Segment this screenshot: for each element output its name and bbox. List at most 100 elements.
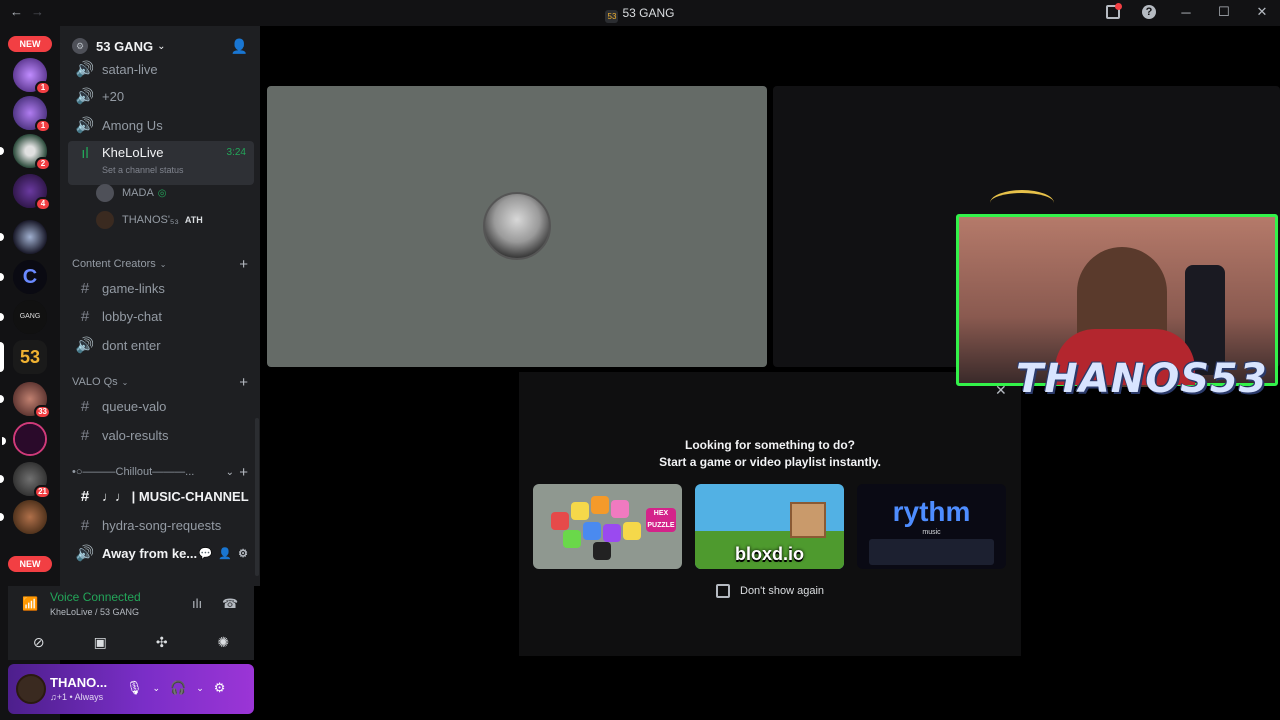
channel-satan-live[interactable]: 🔊 satan-live — [68, 56, 254, 82]
activity-card-hex-puzzle[interactable]: HEX PUZZLE — [533, 484, 682, 569]
activity-title: rythm — [892, 496, 971, 527]
disconnect-icon[interactable]: ☎ — [222, 596, 238, 612]
server-icon[interactable] — [0, 500, 47, 534]
add-channel-icon[interactable]: + — [239, 374, 248, 391]
unread-pill — [0, 273, 4, 281]
server-icon[interactable]: 21 — [0, 462, 51, 499]
voice-timer: 3:24 — [226, 147, 246, 158]
channel-label: game-links — [102, 280, 165, 296]
soundboard-icon[interactable]: ✺ — [206, 630, 240, 654]
avatar — [96, 184, 114, 202]
window-title-text: 53 GANG — [622, 6, 675, 20]
channel-dont-enter[interactable]: 🔊 dont enter — [68, 332, 254, 358]
unread-pill — [2, 437, 6, 445]
chat-icon[interactable]: 💬 — [199, 547, 213, 560]
voice-user[interactable]: THANOS'₅₃ ATH — [96, 209, 203, 231]
speaker-icon: 🔊 — [75, 337, 95, 354]
server-icon-53[interactable]: 53 — [0, 340, 47, 374]
hex-puzzle-logo: HEX PUZZLE — [646, 508, 676, 532]
channel-game-links[interactable]: # game-links — [68, 275, 254, 301]
mention-badge: 4 — [35, 197, 51, 211]
puzzle-tile — [551, 512, 569, 530]
activity-title: bloxd.io — [735, 544, 804, 564]
guild-tag: ATH — [184, 215, 203, 225]
channel-among-us[interactable]: 🔊 Among Us — [68, 112, 254, 138]
speaker-icon: 🔊 — [75, 88, 95, 105]
server-icon[interactable]: 2 — [0, 134, 51, 171]
checkbox[interactable] — [716, 584, 730, 598]
voice-status[interactable]: Voice Connected — [50, 590, 141, 604]
checkbox-label: Don't show again — [740, 585, 825, 597]
channel-label: +20 — [102, 88, 125, 104]
server-icon[interactable] — [2, 422, 47, 456]
puzzle-tile — [563, 530, 581, 548]
screen-share-icon[interactable]: ▣ — [83, 630, 117, 654]
camera-off-icon[interactable]: ⊘ — [22, 630, 56, 654]
selected-pill — [0, 342, 4, 372]
voice-action-buttons: ⊘ ▣ ✣ ✺ — [8, 630, 254, 654]
speaker-icon: 🔊 — [75, 61, 95, 78]
add-channel-icon[interactable]: + — [239, 464, 248, 481]
microphone-icon[interactable]: 🎙 — [126, 680, 143, 696]
chevron-down-icon[interactable]: ⌄ — [196, 683, 204, 694]
help-icon[interactable]: ? — [1142, 5, 1156, 19]
unread-pill — [0, 147, 4, 155]
server-icon[interactable]: GANG — [0, 300, 47, 334]
gear-icon[interactable]: ⚙ — [214, 680, 226, 696]
channel-lobby-chat[interactable]: # lobby-chat — [68, 303, 254, 329]
channel-plus20[interactable]: 🔊 +20 — [68, 83, 254, 109]
channel-status-prompt[interactable]: Set a channel status — [102, 165, 184, 175]
signal-icon[interactable]: 📶 — [22, 596, 38, 612]
headphones-icon[interactable]: 🎧 — [170, 680, 186, 696]
unread-pill — [0, 475, 4, 483]
add-channel-icon[interactable]: + — [239, 256, 248, 273]
close-icon[interactable]: ✕ — [1254, 4, 1270, 20]
title-bar: ← → 53 53 GANG ? ─ ☐ ✕ — [0, 0, 1280, 26]
noise-suppression-icon[interactable]: ılı — [192, 596, 202, 611]
channel-hydra-song-requests[interactable]: # hydra-song-requests — [68, 512, 254, 538]
channel-list: ⚙ 53 GANG ⌄ 👤 🔊 satan-live 🔊 +20 🔊 Among Us… — [60, 26, 260, 586]
server-icon[interactable]: 1 — [13, 96, 51, 133]
chevron-down-icon[interactable]: ⌄ — [153, 683, 161, 694]
mention-badge: 2 — [35, 157, 51, 171]
activities-icon[interactable]: ✣ — [145, 630, 179, 654]
hash-icon: # — [80, 487, 90, 505]
inbox-icon[interactable] — [1106, 3, 1122, 19]
server-icon[interactable] — [0, 220, 47, 254]
hash-icon: # — [80, 516, 90, 534]
dont-show-again[interactable]: Don't show again — [716, 584, 824, 598]
channel-list-scrollbar[interactable] — [255, 418, 259, 576]
voice-location[interactable]: KheLoLive / 53 GANG — [50, 607, 139, 617]
minimize-icon[interactable]: ─ — [1178, 5, 1194, 20]
channel-music[interactable]: # ♩♩ | MUSIC-CHANNEL — [68, 483, 254, 509]
activity-card-rythm[interactable]: rythm music — [857, 484, 1006, 569]
category-chillout[interactable]: •○———Chillout———... ⌄ + — [72, 463, 248, 481]
category-content-creators[interactable]: Content Creators ⌄ + — [72, 255, 248, 273]
speaker-icon: 🔊 — [75, 545, 95, 562]
window-title: 53 53 GANG — [0, 6, 1280, 23]
server-icon[interactable]: 4 — [13, 174, 51, 211]
participant-avatar — [483, 192, 551, 260]
participant-tile[interactable] — [267, 86, 767, 367]
maximize-icon[interactable]: ☐ — [1216, 4, 1232, 20]
invite-icon[interactable]: 👤 — [218, 547, 232, 560]
new-badge: NEW — [8, 36, 52, 52]
add-member-icon[interactable]: 👤 — [231, 38, 248, 55]
channel-queue-valo[interactable]: # queue-valo — [68, 393, 254, 419]
activity-card-bloxd[interactable]: bloxd.io — [695, 484, 844, 569]
channel-valo-results[interactable]: # valo-results — [68, 422, 254, 448]
avatar[interactable] — [16, 674, 46, 704]
server-icon[interactable]: 33 — [0, 382, 51, 419]
channel-away[interactable]: 🔊 Away from ke... 💬 👤 ⚙ — [68, 540, 254, 566]
voice-user[interactable]: MADA ◎ — [96, 182, 167, 204]
server-settings-icon: ⚙ — [72, 38, 88, 54]
chevron-down-icon: ⌄ — [157, 40, 166, 52]
gear-icon[interactable]: ⚙ — [238, 547, 248, 560]
username[interactable]: THANO... — [50, 675, 107, 690]
server-icon[interactable]: C — [0, 260, 47, 294]
category-label: •○———Chillout———... — [72, 466, 195, 478]
channel-khelolive[interactable]: ıl KheLoLive 3:24 Set a channel status — [68, 141, 254, 185]
server-icon[interactable]: 1 — [13, 58, 51, 95]
voice-connected-panel: 📶 Voice Connected KheLoLive / 53 GANG ıl… — [8, 586, 254, 660]
category-valo-qs[interactable]: VALO Qs ⌄ + — [72, 373, 248, 391]
